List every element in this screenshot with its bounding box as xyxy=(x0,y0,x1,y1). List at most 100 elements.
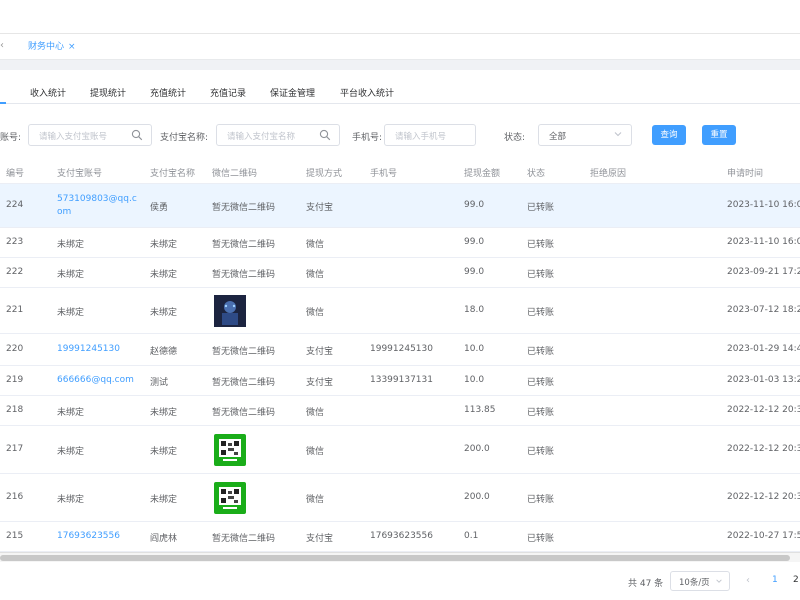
cell-status: 已转账 xyxy=(527,408,555,418)
cell-wechat-qr: 暂无微信二维码 xyxy=(212,347,276,357)
cell-amount: 99.0 xyxy=(464,237,485,247)
cell-alipay-account: 未绑定 xyxy=(57,447,85,457)
cell-id: 215 xyxy=(6,531,24,541)
cell-alipay-account: 未绑定 xyxy=(57,308,85,318)
tag-finance-center[interactable]: 财务中心 × xyxy=(22,39,82,55)
cell-alipay-name: 侯勇 xyxy=(150,203,169,213)
cell-withdraw-method: 支付宝 xyxy=(306,378,334,388)
cell-wechat-qr: 暂无微信二维码 xyxy=(212,408,276,418)
cell-alipay-account: 未绑定 xyxy=(57,408,85,418)
tab-platform-income-stats[interactable]: 平台收入统计 xyxy=(340,86,394,99)
scrollbar-thumb[interactable] xyxy=(0,555,790,561)
status-label: 状态: xyxy=(504,133,526,143)
cell-wechat-qr: 暂无微信二维码 xyxy=(212,270,276,280)
cell-alipay-account[interactable]: 666666@qq.com xyxy=(57,375,134,385)
cell-amount: 113.85 xyxy=(464,405,496,415)
tags-scroll-left-icon[interactable]: ‹ xyxy=(0,40,4,51)
cell-status: 已转账 xyxy=(527,495,555,505)
cell-alipay-account[interactable]: 573109803@qq.com xyxy=(57,193,139,219)
page-1-button[interactable]: 1 xyxy=(772,575,778,585)
cell-amount: 200.0 xyxy=(464,492,490,502)
cell-apply-time: 2022-12-12 20:35: xyxy=(727,405,800,415)
cell-apply-time: 2023-01-03 13:26: xyxy=(727,375,800,385)
prev-page-button[interactable]: ‹ xyxy=(746,575,750,586)
table-row[interactable]: 218 未绑定 未绑定 暂无微信二维码 微信 113.85 已转账 2022-12-12 20… xyxy=(0,396,800,426)
status-select[interactable]: 全部 xyxy=(538,124,632,146)
tab-recharge-stats[interactable]: 充值统计 xyxy=(150,86,186,99)
table-row[interactable]: 224 573109803@qq.com 侯勇 暂无微信二维码 支付宝 99.0 已转账 20… xyxy=(0,184,800,228)
chevron-down-icon xyxy=(716,579,722,583)
alipay-name-label: 支付宝名称: xyxy=(160,133,209,143)
table-row[interactable]: 220 19991245130 赵德德 暂无微信二维码 支付宝 19991245130 10… xyxy=(0,334,800,366)
page-size-select[interactable]: 10条/页 xyxy=(670,571,730,591)
phone-input[interactable]: 请输入手机号 xyxy=(384,124,476,146)
cell-status: 已转账 xyxy=(527,534,555,544)
alipay-name-input[interactable]: 请输入支付宝名称 xyxy=(216,124,340,146)
qr-code-icon[interactable] xyxy=(214,434,246,466)
cell-alipay-name: 未绑定 xyxy=(150,308,178,318)
table-row[interactable]: 216 未绑定 未绑定 微信 200.0 已转账 2022-12-12 20:34: xyxy=(0,474,800,522)
cell-id: 217 xyxy=(6,444,24,454)
cell-apply-time: 2022-10-27 17:58: xyxy=(727,531,800,541)
tab-deposit-management[interactable]: 保证金管理 xyxy=(270,86,315,99)
cell-apply-time: 2022-12-12 20:34: xyxy=(727,492,800,502)
table-row[interactable]: 221 未绑定 未绑定 微信 18.0 已转账 2023-07-12 18:20: xyxy=(0,288,800,334)
tab-withdraw-stats[interactable]: 提现统计 xyxy=(90,86,126,99)
cell-id: 218 xyxy=(6,405,24,415)
phone-label: 手机号: xyxy=(352,133,383,143)
page-2-button[interactable]: 2 xyxy=(793,575,799,585)
cell-apply-time: 2022-12-12 20:35: xyxy=(727,444,800,454)
cell-alipay-account[interactable]: 17693623556 xyxy=(57,531,120,541)
cell-status: 已转账 xyxy=(527,203,555,213)
query-button[interactable]: 查询 xyxy=(652,125,686,145)
table-row[interactable]: 223 未绑定 未绑定 暂无微信二维码 微信 99.0 已转账 2023-11-10 16:0… xyxy=(0,228,800,258)
cell-amount: 0.1 xyxy=(464,531,479,541)
status-select-value: 全部 xyxy=(549,132,567,142)
cell-alipay-name: 赵德德 xyxy=(150,347,178,357)
pagination: 共 47 条 10条/页 ‹ 1 2 xyxy=(0,570,800,594)
cell-wechat-qr: 暂无微信二维码 xyxy=(212,378,276,388)
cell-status: 已转账 xyxy=(527,308,555,318)
cell-amount: 200.0 xyxy=(464,444,490,454)
cell-apply-time: 2023-07-12 18:20: xyxy=(727,305,800,315)
filter-bar: 账号: 请输入支付宝账号 支付宝名称: 请输入支付宝名称 手机号: 请输入手机号… xyxy=(0,124,800,148)
cell-alipay-name: 未绑定 xyxy=(150,408,178,418)
cell-alipay-account: 未绑定 xyxy=(57,270,85,280)
cell-withdraw-method: 支付宝 xyxy=(306,203,334,213)
cell-wechat-qr: 暂无微信二维码 xyxy=(212,534,276,544)
cell-withdraw-method: 支付宝 xyxy=(306,347,334,357)
cell-alipay-name: 未绑定 xyxy=(150,240,178,250)
search-icon[interactable] xyxy=(131,129,143,141)
horizontal-scrollbar[interactable] xyxy=(0,552,800,562)
cell-withdraw-method: 支付宝 xyxy=(306,534,334,544)
col-phone: 手机号 xyxy=(370,169,398,179)
col-status: 状态 xyxy=(527,169,546,179)
cell-withdraw-method: 微信 xyxy=(306,270,325,280)
withdrawal-table: 编号 支付宝账号 支付宝名称 微信二维码 提现方式 手机号 提现金额 状态 拒绝… xyxy=(0,160,800,552)
cell-phone: 17693623556 xyxy=(370,531,433,541)
cell-withdraw-method: 微信 xyxy=(306,408,325,418)
table-row[interactable]: 217 未绑定 未绑定 微信 200.0 已转账 2022-12-12 20:35: xyxy=(0,426,800,474)
sub-tab-bar: 收入统计 提现统计 充值统计 充值记录 保证金管理 平台收入统计 xyxy=(0,80,800,104)
tab-recharge-records[interactable]: 充值记录 xyxy=(210,86,246,99)
table-row[interactable]: 222 未绑定 未绑定 暂无微信二维码 微信 99.0 已转账 2023-09-21 17:2… xyxy=(0,258,800,288)
table-row[interactable]: 215 17693623556 阎虎林 暂无微信二维码 支付宝 17693623556 0.… xyxy=(0,522,800,552)
cell-status: 已转账 xyxy=(527,270,555,280)
close-icon[interactable]: × xyxy=(68,42,76,52)
page-size-value: 10条/页 xyxy=(679,578,710,588)
table-row[interactable]: 219 666666@qq.com 测试 暂无微信二维码 支付宝 13399137131 1… xyxy=(0,366,800,396)
col-reject-reason: 拒绝原因 xyxy=(590,169,627,179)
tab-income-stats[interactable]: 收入统计 xyxy=(30,86,66,99)
qr-code-icon[interactable] xyxy=(214,482,246,514)
col-amount: 提现金额 xyxy=(464,169,501,179)
cell-alipay-account[interactable]: 19991245130 xyxy=(57,344,120,354)
phone-placeholder: 请输入手机号 xyxy=(395,132,447,142)
cell-apply-time: 2023-09-21 17:25: xyxy=(727,267,800,277)
cell-alipay-account: 未绑定 xyxy=(57,495,85,505)
search-icon[interactable] xyxy=(319,129,331,141)
account-search-input[interactable]: 请输入支付宝账号 xyxy=(28,124,152,146)
cell-apply-time: 2023-11-10 16:08: xyxy=(727,200,800,210)
reset-button[interactable]: 重置 xyxy=(702,125,736,145)
table-header: 编号 支付宝账号 支付宝名称 微信二维码 提现方式 手机号 提现金额 状态 拒绝… xyxy=(0,160,800,184)
avatar-image[interactable] xyxy=(214,295,246,327)
